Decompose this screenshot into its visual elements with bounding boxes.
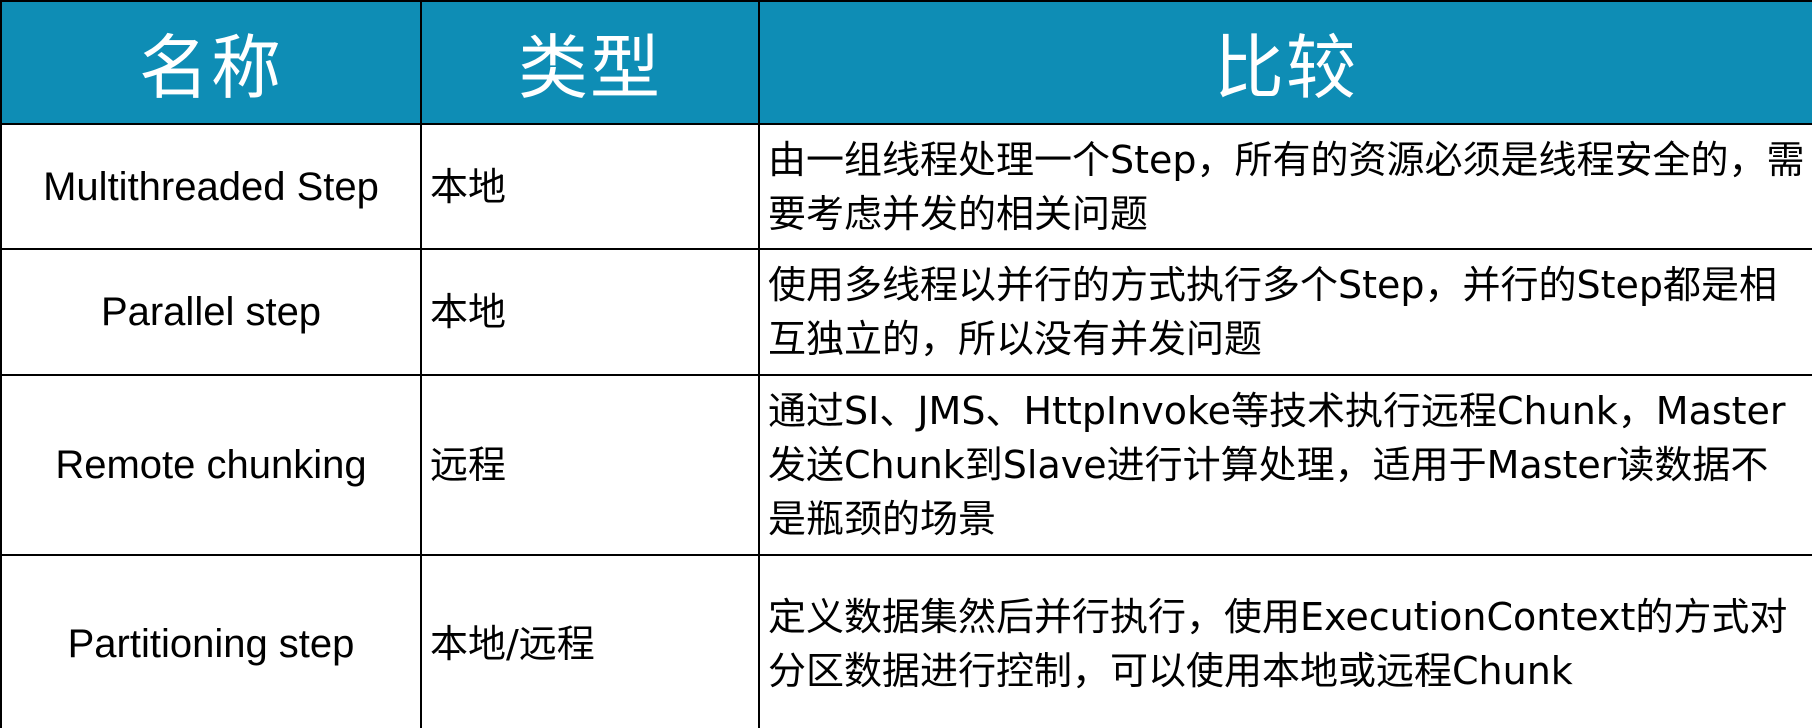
row-compare-cell: 通过SI、JMS、HttpInvoke等技术执行远程Chunk，Master发送… bbox=[758, 374, 1812, 556]
table-row: Multithreaded Step 本地 由一组线程处理一个Step，所有的资… bbox=[0, 123, 1812, 250]
row-name-cell: Multithreaded Step bbox=[0, 123, 422, 250]
row-type-cell: 本地 bbox=[420, 248, 760, 376]
table-row: Parallel step 本地 使用多线程以并行的方式执行多个Step，并行的… bbox=[0, 248, 1812, 376]
row-type-cell: 本地/远程 bbox=[420, 554, 760, 728]
row-type-cell: 远程 bbox=[420, 374, 760, 556]
row-name-cell: Partitioning step bbox=[0, 554, 422, 728]
header-name: 名称 bbox=[0, 0, 422, 125]
header-compare: 比较 bbox=[758, 0, 1812, 125]
table-header-row: 名称 类型 比较 bbox=[0, 0, 1812, 125]
table-row: Remote chunking 远程 通过SI、JMS、HttpInvoke等技… bbox=[0, 374, 1812, 556]
row-compare-cell: 使用多线程以并行的方式执行多个Step，并行的Step都是相互独立的，所以没有并… bbox=[758, 248, 1812, 376]
header-type: 类型 bbox=[420, 0, 760, 125]
comparison-table: 名称 类型 比较 Multithreaded Step 本地 由一组线程处理一个… bbox=[0, 0, 1812, 728]
row-compare-cell: 定义数据集然后并行执行，使用ExecutionContext的方式对分区数据进行… bbox=[758, 554, 1812, 728]
table-row: Partitioning step 本地/远程 定义数据集然后并行执行，使用Ex… bbox=[0, 554, 1812, 728]
row-name-cell: Parallel step bbox=[0, 248, 422, 376]
row-name-cell: Remote chunking bbox=[0, 374, 422, 556]
comparison-table-container: 名称 类型 比较 Multithreaded Step 本地 由一组线程处理一个… bbox=[0, 0, 1812, 728]
row-compare-cell: 由一组线程处理一个Step，所有的资源必须是线程安全的，需要考虑并发的相关问题 bbox=[758, 123, 1812, 250]
row-type-cell: 本地 bbox=[420, 123, 760, 250]
